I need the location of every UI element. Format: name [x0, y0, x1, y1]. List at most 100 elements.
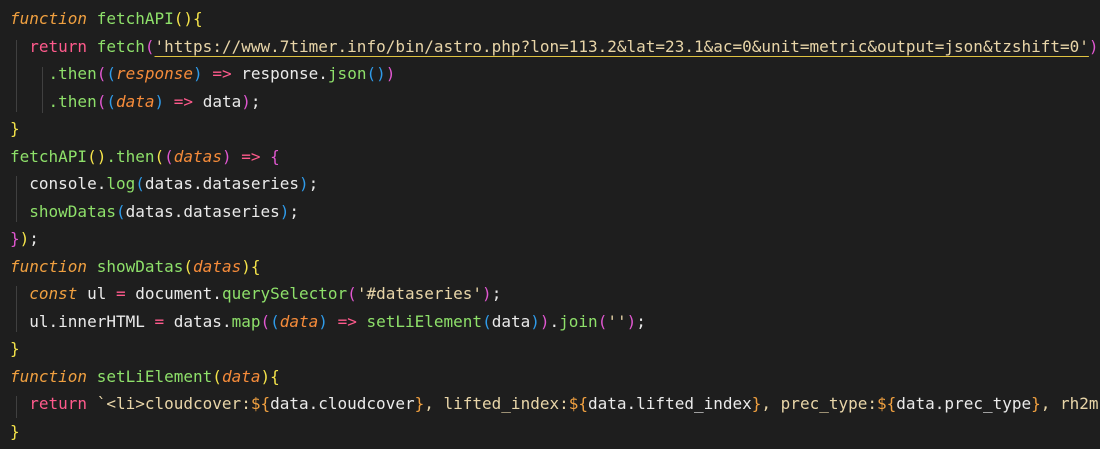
code-token: datas.dataseries: [144, 174, 299, 193]
code-token: =>: [231, 146, 271, 166]
code-line[interactable]: fetchAPI().then((datas) => {: [10, 143, 280, 170]
code-token: '#dataseries': [356, 284, 483, 303]
code-token: ;: [491, 284, 502, 303]
code-token: return: [29, 36, 88, 56]
code-line[interactable]: });: [10, 225, 39, 252]
code-token: (: [260, 311, 271, 331]
code-token: }: [10, 229, 20, 248]
code-token: setLiElement: [366, 311, 483, 331]
code-token: ${: [877, 394, 897, 413]
code-line[interactable]: return `<li>cloudcover:${data.cloudcover…: [10, 390, 1100, 417]
code-token: , prec_type:: [761, 394, 877, 413]
code-token: (: [164, 146, 174, 166]
code-line[interactable]: function showDatas(datas){: [10, 253, 261, 280]
code-token: ): [279, 201, 290, 221]
code-token: }: [10, 421, 20, 441]
code-token: =>: [202, 64, 242, 83]
code-token: ): [241, 91, 251, 111]
code-token: (: [135, 174, 145, 193]
code-token: ;: [308, 174, 319, 193]
code-token: showDatas: [96, 256, 184, 276]
code-token: ): [221, 146, 232, 166]
code-token: (: [212, 366, 222, 386]
code-line[interactable]: ul.innerHTML = datas.map((data) => setLi…: [10, 308, 646, 335]
code-token: function: [10, 9, 88, 28]
code-token: (: [106, 91, 116, 111]
code-token: (: [144, 36, 155, 56]
code-token: ul: [77, 284, 116, 303]
code-token: .then: [48, 91, 97, 111]
code-token: function: [10, 366, 88, 386]
code-token: response.: [241, 64, 328, 83]
code-token: ${: [250, 394, 271, 413]
code-token: , rh2m:: [1040, 394, 1100, 413]
code-token: {: [270, 366, 280, 386]
code-token: {: [270, 146, 280, 166]
code-token: '': [607, 311, 627, 331]
code-token: (): [87, 146, 107, 166]
code-line[interactable]: return fetch('https://www.7timer.info/bi…: [10, 33, 1098, 60]
code-line[interactable]: }: [10, 335, 20, 362]
code-token: ): [530, 311, 540, 331]
code-token: datas.dataseries: [125, 201, 280, 221]
code-token: ): [318, 311, 328, 331]
code-token: (: [96, 91, 107, 111]
code-token: data: [491, 311, 531, 331]
code-token: }: [414, 394, 425, 413]
code-token: datas.: [164, 311, 232, 331]
code-token: data: [115, 91, 155, 111]
code-line[interactable]: function setLiElement(data){: [10, 363, 280, 390]
code-line[interactable]: }: [10, 115, 20, 142]
code-token: ;: [250, 91, 261, 111]
code-token: `<li>cloudcover:: [87, 394, 251, 413]
code-token: ${: [568, 394, 588, 413]
code-token: ): [19, 229, 30, 248]
code-token: datas: [193, 256, 242, 276]
code-token: data.lifted_index: [588, 394, 752, 413]
code-token: ;: [29, 229, 39, 248]
code-line[interactable]: showDatas(datas.dataseries);: [10, 198, 299, 225]
code-token: ): [154, 91, 165, 111]
code-token: (: [347, 284, 357, 303]
code-token: function: [10, 256, 88, 276]
code-line[interactable]: console.log(datas.dataseries);: [10, 170, 318, 197]
code-line[interactable]: const ul = document.querySelector('#data…: [10, 280, 501, 307]
code-token: document.: [125, 284, 222, 303]
code-token: .then: [106, 146, 155, 166]
code-token: 'https://www.7timer.info/bin/astro.php?l…: [154, 36, 1089, 56]
code-token: }: [1031, 394, 1041, 413]
code-token: (): [173, 9, 194, 28]
code-token: {: [193, 9, 203, 28]
code-token: ;: [289, 201, 300, 221]
code-line[interactable]: .then((response) => response.json()): [10, 60, 396, 87]
code-token: console.: [29, 174, 107, 193]
code-editor[interactable]: function fetchAPI(){ return fetch('https…: [0, 0, 1100, 449]
code-token: ): [193, 64, 203, 83]
code-token: fetchAPI: [96, 9, 174, 28]
code-line[interactable]: }: [10, 418, 20, 445]
code-token: =: [115, 284, 126, 303]
code-token: ): [299, 174, 309, 193]
code-token: .: [549, 311, 560, 331]
code-token: return: [29, 394, 88, 413]
code-token: (: [96, 64, 107, 83]
code-token: (: [597, 311, 608, 331]
code-token: (: [482, 311, 492, 331]
code-token: data.cloudcover: [270, 394, 415, 413]
code-token: }: [10, 339, 20, 358]
code-token: querySelector: [221, 284, 348, 303]
code-token: }: [10, 119, 20, 138]
code-line[interactable]: function fetchAPI(){: [10, 5, 203, 32]
code-line[interactable]: .then((data) => data);: [10, 88, 261, 115]
code-token: json: [327, 64, 367, 83]
code-token: , lifted_index:: [424, 394, 569, 413]
code-token: ): [385, 64, 396, 83]
